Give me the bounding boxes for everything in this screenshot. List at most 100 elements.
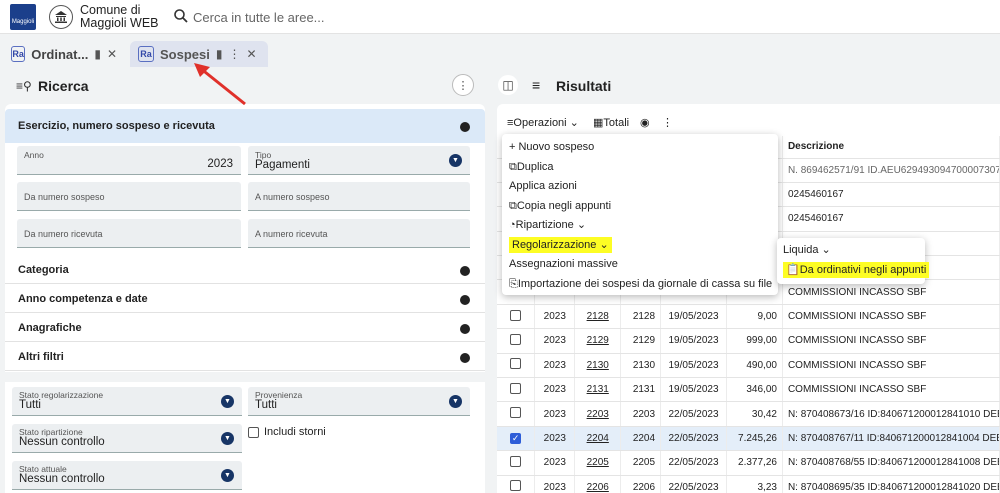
search-panel-title: Ricerca <box>38 78 89 94</box>
da-numero-ricevuta-field[interactable]: Da numero ricevuta <box>17 219 241 248</box>
cell-descrizione: COMMISSIONI INCASSO SBF <box>782 377 1000 403</box>
totali-button[interactable]: ▦Totali <box>593 116 629 129</box>
search-input[interactable] <box>193 7 593 27</box>
row-checkbox[interactable] <box>497 401 536 427</box>
row-checkbox[interactable] <box>497 475 536 493</box>
numero-link[interactable]: 2130 <box>587 360 609 371</box>
table-row[interactable]: 2023 2131 2131 19/05/2023 346,00 COMMISS… <box>497 377 1000 403</box>
section-categoria[interactable]: Categoria <box>5 255 485 284</box>
table-row-selected[interactable]: ✓ 2023 2204 2204 22/05/2023 7.245,26 N: … <box>497 426 1000 452</box>
section-anno-competenza[interactable]: Anno competenza e date <box>5 284 485 313</box>
bookmark-icon[interactable]: ▮ <box>216 47 223 61</box>
expand-icon[interactable] <box>460 295 470 305</box>
row-checkbox[interactable] <box>497 450 536 476</box>
row-checkbox[interactable] <box>497 353 536 379</box>
stato-attuale-select[interactable]: Stato attuale Nessun controllo ▼ <box>12 461 242 490</box>
chevron-down-icon[interactable]: ▼ <box>449 395 462 408</box>
chevron-down-icon[interactable]: ▼ <box>221 469 234 482</box>
eye-icon[interactable]: ◉ <box>640 116 650 129</box>
menu-item-copia-appunti[interactable]: ⧉Copia negli appunti <box>502 197 778 217</box>
cell-data: 19/05/2023 <box>660 377 728 403</box>
checkbox-icon[interactable] <box>510 382 522 394</box>
stato-regolarizzazione-select[interactable]: Stato regolarizzazione Tutti ▼ <box>12 387 242 416</box>
numero-link[interactable]: 2128 <box>587 311 609 322</box>
expand-icon[interactable] <box>460 324 470 334</box>
operazioni-label: Operazioni <box>513 117 567 129</box>
chevron-down-icon[interactable]: ▼ <box>449 154 462 167</box>
cell-descrizione: N: 870408767/11 ID:840671200012841004 DE… <box>782 426 1000 452</box>
town-hall-icon[interactable] <box>49 5 73 29</box>
numero-link[interactable]: 2205 <box>587 457 609 468</box>
cell-descrizione: COMMISSIONI INCASSO SBF <box>782 328 1000 354</box>
checkbox-icon[interactable] <box>510 407 522 419</box>
bookmark-icon[interactable]: ▮ <box>94 47 101 61</box>
da-numero-sospeso-field[interactable]: Da numero sospeso <box>17 182 241 211</box>
maggioli-logo[interactable]: Maggioli <box>10 4 36 30</box>
pie-chart-icon: ◔ <box>509 219 516 231</box>
expand-icon[interactable] <box>460 266 470 276</box>
table-row[interactable]: 2023 2205 2205 22/05/2023 2.377,26 N: 87… <box>497 450 1000 476</box>
row-checkbox[interactable] <box>497 377 536 403</box>
expand-icon[interactable] <box>460 353 470 363</box>
menu-item-ripartizione[interactable]: ◔Ripartizione ⌄ <box>502 216 778 236</box>
operazioni-button[interactable]: ≡Operazioni ⌄ <box>507 116 579 129</box>
menu-item-importazione[interactable]: ⎘Importazione dei sospesi da giornale di… <box>502 275 778 295</box>
collapse-icon[interactable] <box>460 122 470 132</box>
numero-link[interactable]: 2203 <box>587 409 609 420</box>
menu-item-nuovo-sospeso[interactable]: + Nuovo sospeso <box>502 138 778 158</box>
cell-numero: 2129 <box>620 328 662 354</box>
search-panel-menu-button[interactable]: ⋮ <box>452 74 474 96</box>
anno-label: Anno <box>24 150 44 160</box>
cell-anno: 2023 <box>534 328 576 354</box>
header-descrizione[interactable]: Descrizione <box>782 136 1000 159</box>
a-numero-sospeso-field[interactable]: A numero sospeso <box>248 182 470 211</box>
checkbox-icon[interactable] <box>510 309 522 321</box>
numero-link[interactable]: 2131 <box>587 384 609 395</box>
submenu-item-liquida[interactable]: Liquida ⌄ <box>777 241 925 261</box>
menu-item-assegnazioni-massive[interactable]: Assegnazioni massive <box>502 255 778 275</box>
table-row[interactable]: 2023 2203 2203 22/05/2023 30,42 N: 87040… <box>497 401 1000 427</box>
more-vertical-icon[interactable]: ⋮ <box>228 47 240 61</box>
table-row[interactable]: 2023 2129 2129 19/05/2023 999,00 COMMISS… <box>497 328 1000 354</box>
menu-item-duplica[interactable]: ⧉Duplica <box>502 158 778 178</box>
a-numero-ricevuta-field[interactable]: A numero ricevuta <box>248 219 470 248</box>
submenu-item-da-ordinativi[interactable]: 📋Da ordinativi negli appunti <box>777 261 930 281</box>
menu-item-applica-azioni[interactable]: Applica azioni <box>502 177 778 197</box>
row-checkbox[interactable]: ✓ <box>497 426 536 452</box>
stato-ripartizione-select[interactable]: Stato ripartizione Nessun controllo ▼ <box>12 424 242 453</box>
checkbox-checked-icon[interactable]: ✓ <box>510 432 522 444</box>
close-icon[interactable]: ✕ <box>246 47 256 61</box>
checkbox-icon[interactable] <box>510 455 522 467</box>
tab-ordinativi[interactable]: Ra Ordinat... ▮ ✕ <box>3 41 125 67</box>
tipo-select[interactable]: Tipo Pagamenti ▼ <box>248 146 470 175</box>
checkbox-icon[interactable] <box>510 480 522 492</box>
anno-field[interactable]: Anno 2023 <box>17 146 241 175</box>
numero-link[interactable]: 2129 <box>587 335 609 346</box>
chevron-down-icon[interactable]: ▼ <box>221 395 234 408</box>
section-esercizio[interactable]: Esercizio, numero sospeso e ricevuta <box>5 109 485 143</box>
checkbox-icon[interactable] <box>510 333 522 345</box>
cell-importo: 2.377,26 <box>726 450 783 476</box>
includi-storni-checkbox[interactable] <box>248 427 259 438</box>
cell-data: 19/05/2023 <box>660 353 728 379</box>
row-checkbox[interactable] <box>497 304 536 330</box>
provenienza-select[interactable]: Provenienza Tutti ▼ <box>248 387 470 416</box>
section-anagrafiche[interactable]: Anagrafiche <box>5 313 485 342</box>
table-row[interactable]: 2023 2206 2206 22/05/2023 3,23 N: 870408… <box>497 475 1000 493</box>
checkbox-icon[interactable] <box>510 358 522 370</box>
chevron-down-icon[interactable]: ▼ <box>221 432 234 445</box>
chevron-down-icon: ⌄ <box>821 244 831 256</box>
row-checkbox[interactable] <box>497 328 536 354</box>
menu-item-regolarizzazione[interactable]: Regolarizzazione ⌄ <box>502 236 778 256</box>
panel-toggle-icon[interactable]: ◫ <box>498 75 518 95</box>
close-icon[interactable]: ✕ <box>107 47 117 61</box>
more-vertical-icon[interactable]: ⋮ <box>662 116 673 129</box>
table-row[interactable]: 2023 2130 2130 19/05/2023 490,00 COMMISS… <box>497 353 1000 379</box>
table-row[interactable]: 2023 2128 2128 19/05/2023 9,00 COMMISSIO… <box>497 304 1000 330</box>
section-altri-filtri[interactable]: Altri filtri <box>5 342 485 371</box>
cell-data: 22/05/2023 <box>660 475 728 493</box>
file-import-icon: ⎘ <box>509 277 518 290</box>
numero-link[interactable]: 2204 <box>587 433 609 444</box>
numero-link[interactable]: 2206 <box>587 482 609 493</box>
operazioni-menu: + Nuovo sospeso ⧉Duplica Applica azioni … <box>502 134 778 295</box>
